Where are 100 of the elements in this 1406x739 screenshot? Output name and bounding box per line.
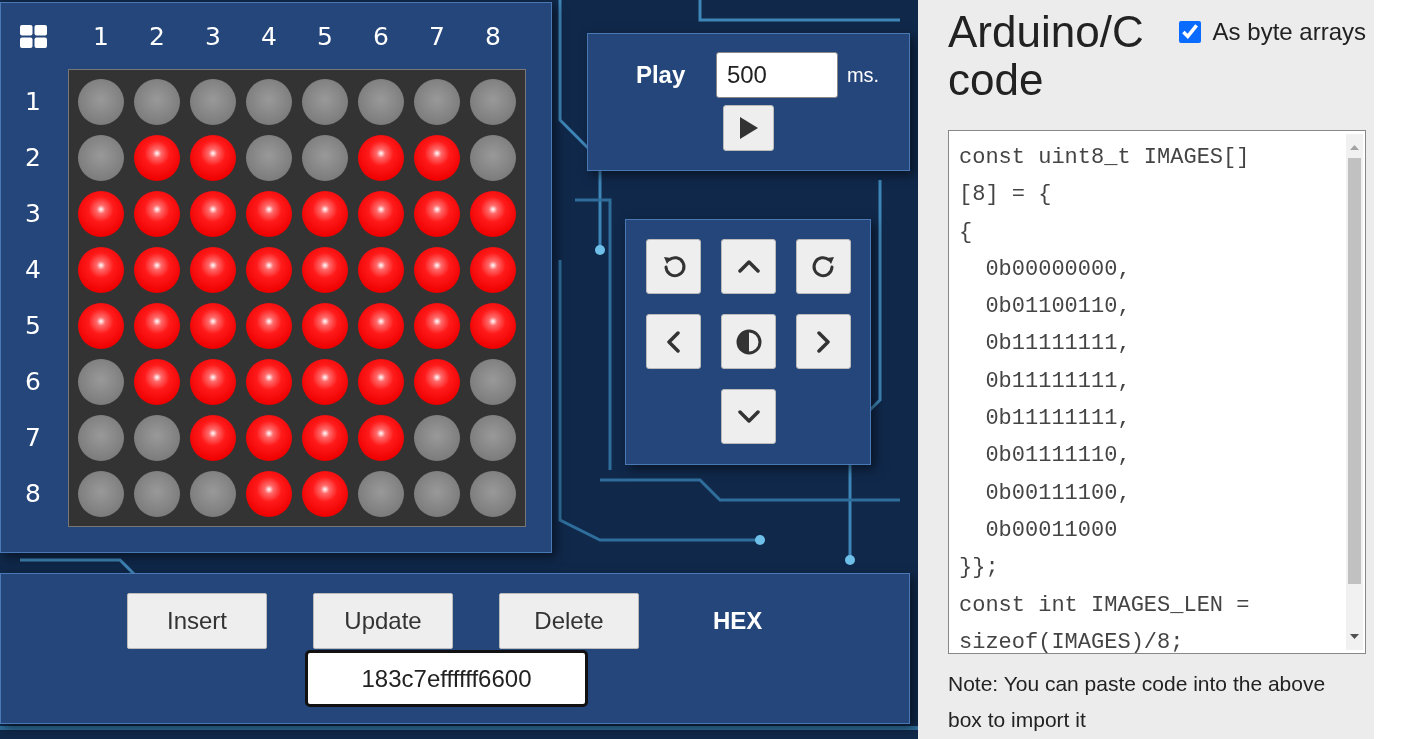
row-number[interactable]: 8 [1, 466, 68, 522]
led[interactable] [134, 247, 180, 293]
led[interactable] [358, 135, 404, 181]
grid-icon[interactable] [20, 24, 47, 48]
led[interactable] [302, 303, 348, 349]
led[interactable] [246, 191, 292, 237]
rotate-left-button[interactable] [646, 239, 701, 294]
play-button[interactable] [723, 105, 774, 151]
led[interactable] [302, 247, 348, 293]
column-number[interactable]: 5 [297, 21, 353, 51]
row-number[interactable]: 1 [1, 74, 68, 130]
led[interactable] [470, 79, 516, 125]
hex-field[interactable]: 183c7effffff6600 [305, 650, 588, 707]
move-left-button[interactable] [646, 314, 701, 369]
led[interactable] [414, 471, 460, 517]
led[interactable] [358, 247, 404, 293]
led[interactable] [78, 415, 124, 461]
move-right-button[interactable] [796, 314, 851, 369]
led[interactable] [302, 471, 348, 517]
led[interactable] [302, 359, 348, 405]
row-number[interactable]: 2 [1, 130, 68, 186]
led[interactable] [246, 415, 292, 461]
code-line: 0b11111111, [984, 367, 1132, 396]
led[interactable] [78, 359, 124, 405]
scrollbar[interactable] [1346, 134, 1363, 650]
led[interactable] [190, 247, 236, 293]
led[interactable] [246, 79, 292, 125]
led[interactable] [302, 79, 348, 125]
led[interactable] [246, 471, 292, 517]
led[interactable] [470, 359, 516, 405]
interval-input[interactable]: 500 [715, 52, 838, 98]
led[interactable] [470, 303, 516, 349]
led[interactable] [78, 135, 124, 181]
move-up-button[interactable] [721, 239, 776, 294]
led[interactable] [134, 191, 180, 237]
led[interactable] [78, 191, 124, 237]
led[interactable] [470, 471, 516, 517]
led[interactable] [190, 135, 236, 181]
column-number[interactable]: 3 [185, 21, 241, 51]
row-number[interactable]: 3 [1, 186, 68, 242]
code-textarea[interactable]: const uint8_t IMAGES[] [8] = { { 0b00000000, 0b01100110, 0b11111111, 0b11111111, 0b11111111, 0b01111110, 0b00111100, 0b00011000 }}; const int IMAGES_LEN = sizeof(IMAGES)/8; [948, 130, 1366, 654]
led[interactable] [470, 415, 516, 461]
led[interactable] [190, 303, 236, 349]
frame-button[interactable]: Update [313, 593, 453, 649]
column-number[interactable]: 8 [465, 21, 521, 51]
row-number[interactable]: 5 [1, 298, 68, 354]
led[interactable] [358, 359, 404, 405]
led[interactable] [190, 79, 236, 125]
led[interactable] [470, 247, 516, 293]
led[interactable] [414, 191, 460, 237]
led[interactable] [134, 359, 180, 405]
led[interactable] [414, 247, 460, 293]
led[interactable] [358, 303, 404, 349]
led[interactable] [134, 303, 180, 349]
led[interactable] [414, 303, 460, 349]
led[interactable] [134, 135, 180, 181]
row-number[interactable]: 4 [1, 242, 68, 298]
led[interactable] [134, 79, 180, 125]
led[interactable] [246, 303, 292, 349]
led[interactable] [470, 135, 516, 181]
led[interactable] [78, 303, 124, 349]
led[interactable] [414, 415, 460, 461]
led[interactable] [190, 415, 236, 461]
led[interactable] [302, 415, 348, 461]
column-number[interactable]: 6 [353, 21, 409, 51]
led[interactable] [246, 247, 292, 293]
led[interactable] [358, 471, 404, 517]
byte-arrays-checkbox[interactable] [1178, 21, 1201, 43]
column-number[interactable]: 7 [409, 21, 465, 51]
rotate-right-button[interactable] [796, 239, 851, 294]
code-line: 0b11111111, [984, 405, 1132, 434]
led[interactable] [246, 135, 292, 181]
led[interactable] [190, 359, 236, 405]
led[interactable] [190, 471, 236, 517]
led[interactable] [358, 415, 404, 461]
led[interactable] [358, 191, 404, 237]
byte-arrays-label[interactable]: As byte arrays [1212, 18, 1366, 46]
led[interactable] [302, 135, 348, 181]
led[interactable] [134, 471, 180, 517]
frame-button[interactable]: Insert [127, 593, 267, 649]
invert-button[interactable] [721, 314, 776, 369]
led[interactable] [358, 79, 404, 125]
led[interactable] [414, 79, 460, 125]
led[interactable] [246, 359, 292, 405]
led[interactable] [134, 415, 180, 461]
column-number[interactable]: 1 [73, 21, 129, 51]
row-number[interactable]: 6 [1, 354, 68, 410]
led[interactable] [190, 191, 236, 237]
led[interactable] [78, 247, 124, 293]
led[interactable] [302, 191, 348, 237]
move-down-button[interactable] [721, 389, 776, 444]
led[interactable] [414, 135, 460, 181]
column-number[interactable]: 2 [129, 21, 185, 51]
led[interactable] [414, 359, 460, 405]
column-number[interactable]: 4 [241, 21, 297, 51]
led[interactable] [78, 471, 124, 517]
led[interactable] [78, 79, 124, 125]
frame-button[interactable]: Delete [499, 593, 639, 649]
led[interactable] [470, 191, 516, 237]
row-number[interactable]: 7 [1, 410, 68, 466]
